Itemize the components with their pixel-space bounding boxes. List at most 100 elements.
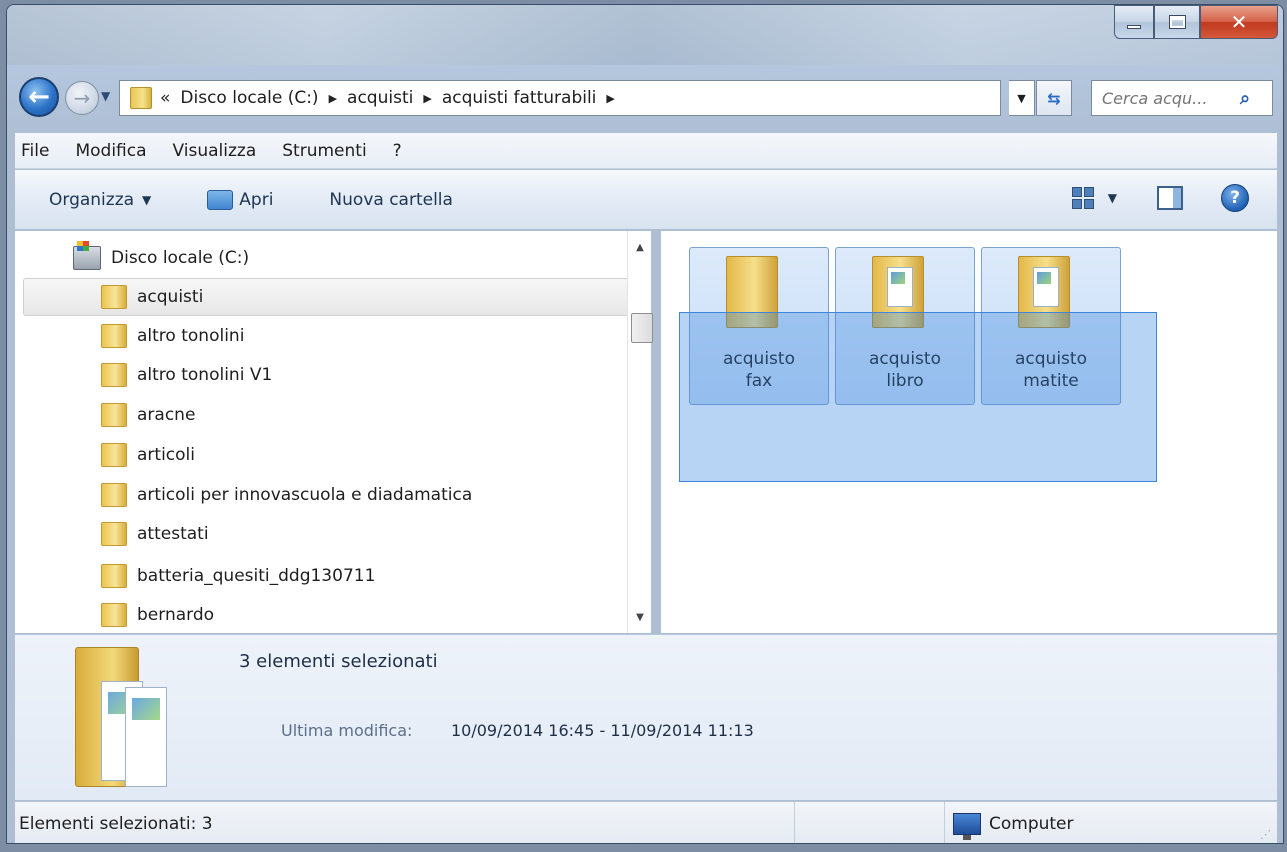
tree-item-altro-tonolini-v1[interactable]: altro tonolini V1 [101,356,272,394]
back-button[interactable]: ← [19,77,59,117]
tree-item-label: Disco locale (C:) [111,248,250,268]
breadcrumb-overflow[interactable]: « [160,88,170,108]
tree-item-label: attestati [137,524,209,544]
status-bar: Elementi selezionati: 3 Computer ⋰ [15,801,1277,843]
tree-item-label: articoli per innovascuola e diadamatica [137,485,473,505]
folder-icon [101,522,127,546]
tree-item-articoli[interactable]: articoli [101,436,195,474]
tree-item-aracne[interactable]: aracne [101,396,195,434]
preview-pane-icon[interactable] [1157,186,1183,210]
breadcrumb-disco-locale[interactable]: Disco locale (C:) [180,88,318,108]
caption-buttons: ✕ [1114,5,1278,39]
back-arrow-icon: ← [28,82,50,112]
tree-item-label: batteria_quesiti_ddg130711 [137,566,376,586]
status-text: Elementi selezionati: 3 [19,813,213,834]
open-button[interactable]: Apri [207,189,274,210]
scrollbar-thumb[interactable] [631,313,653,343]
chevron-down-icon: ▼ [142,192,152,207]
menu-strumenti[interactable]: Strumenti [282,141,366,161]
status-spacer [795,802,945,843]
menu-file[interactable]: File [21,141,49,161]
recent-pages-button[interactable]: ▼ [101,89,110,103]
breadcrumb-acquisti[interactable]: acquisti [347,88,413,108]
folder-icon [101,443,127,467]
breadcrumb-separator-icon[interactable]: ▶ [329,92,337,105]
menu-modifica[interactable]: Modifica [75,141,146,161]
search-box[interactable]: ⌕ [1091,80,1273,116]
tree-item-articoli-innovascuola[interactable]: articoli per innovascuola e diadamatica [101,476,472,514]
folder-with-documents-icon [69,647,179,787]
status-location-label: Computer [989,813,1074,834]
chevron-down-icon: ▼ [101,89,111,103]
drive-icon [73,241,101,270]
computer-icon [953,812,981,840]
tree-item-label: bernardo [137,605,215,625]
menu-help[interactable]: ? [393,141,402,161]
scroll-down-arrow-icon[interactable]: ▼ [628,605,652,629]
resize-grip-icon[interactable]: ⋰ [1260,828,1271,841]
tree-item-attestati[interactable]: attestati [101,515,209,553]
folder-icon [101,403,127,427]
file-list-pane[interactable]: acquisto fax acquisto libro acquisto mat… [661,231,1277,633]
address-bar[interactable]: « Disco locale (C:) ▶ acquisti ▶ acquist… [119,80,1001,116]
breadcrumb-separator-icon[interactable]: ▶ [606,92,614,105]
chevron-down-icon: ▼ [1017,91,1026,105]
folder-icon [101,285,127,309]
folder-icon [130,87,152,109]
folder-icon [101,324,127,348]
close-icon: ✕ [1230,10,1248,34]
tree-item-label: altro tonolini [137,326,245,346]
tree-item-acquisti[interactable]: acquisti [101,278,203,316]
search-input[interactable] [1102,88,1232,108]
tree-item-label: aracne [137,405,196,425]
breadcrumb-separator-icon[interactable]: ▶ [423,92,431,105]
search-icon[interactable]: ⌕ [1240,88,1250,109]
navigation-pane[interactable]: Disco locale (C:) acquisti altro tonolin… [15,231,653,634]
modified-value: 10/09/2014 16:45 - 11/09/2014 11:13 [451,721,754,740]
folder-icon [101,363,127,387]
navigation-row: ← → ▼ « Disco locale (C:) ▶ acquisti ▶ a… [15,73,1277,123]
forward-button[interactable]: → [65,81,99,115]
status-location: Computer [945,812,1074,840]
organize-label: Organizza [49,189,135,210]
tree-item-label: articoli [137,445,195,465]
view-controls: ▼ ? [1071,184,1249,212]
tree-item-label: acquisti [137,287,204,307]
modified-label: Ultima modifica: [281,721,413,740]
help-icon[interactable]: ? [1221,184,1249,212]
command-bar: Organizza ▼ Apri Nuova cartella ▼ ? [15,170,1277,230]
forward-arrow-icon: → [73,86,91,110]
explorer-window: ✕ ← → ▼ « Disco locale (C:) ▶ acquisti ▶… [6,4,1284,844]
minimize-button[interactable] [1114,5,1154,39]
tree-item-bernardo[interactable]: bernardo [101,596,214,634]
change-view-icon[interactable] [1071,187,1094,209]
details-pane: 3 elementi selezionati Ultima modifica: … [15,634,1277,800]
address-dropdown-button[interactable]: ▼ [1009,80,1035,116]
refresh-icon: ⇆ [1047,88,1061,108]
menu-visualizza[interactable]: Visualizza [173,141,257,161]
minimize-icon [1127,25,1141,29]
breadcrumb-acquisti-fatturabili[interactable]: acquisti fatturabili [442,88,597,108]
open-folder-icon [207,189,234,210]
new-folder-label: Nuova cartella [329,189,453,210]
folder-icon [101,483,127,507]
open-label: Apri [239,189,274,210]
maximize-icon [1168,15,1186,29]
scroll-up-arrow-icon[interactable]: ▲ [628,235,652,259]
chevron-down-icon[interactable]: ▼ [1108,191,1117,205]
tree-item-altro-tonolini[interactable]: altro tonolini [101,317,244,355]
organize-button[interactable]: Organizza ▼ [49,190,151,210]
status-selected-count: Elementi selezionati: 3 [15,802,795,843]
refresh-button[interactable]: ⇆ [1036,80,1072,116]
nav-scrollbar[interactable]: ▲ ▼ [627,231,653,633]
menu-bar: File Modifica Visualizza Strumenti ? [15,133,1277,169]
tree-item-batteria-quesiti[interactable]: batteria_quesiti_ddg130711 [101,557,375,595]
folder-icon [101,564,127,588]
tree-item-label: altro tonolini V1 [137,365,273,385]
tree-item-disco-locale[interactable]: Disco locale (C:) [73,239,249,277]
close-button[interactable]: ✕ [1200,5,1278,39]
maximize-button[interactable] [1154,5,1200,39]
new-folder-button[interactable]: Nuova cartella [329,190,453,210]
rubber-band-selection [679,312,1157,482]
title-bar[interactable] [7,5,1283,65]
